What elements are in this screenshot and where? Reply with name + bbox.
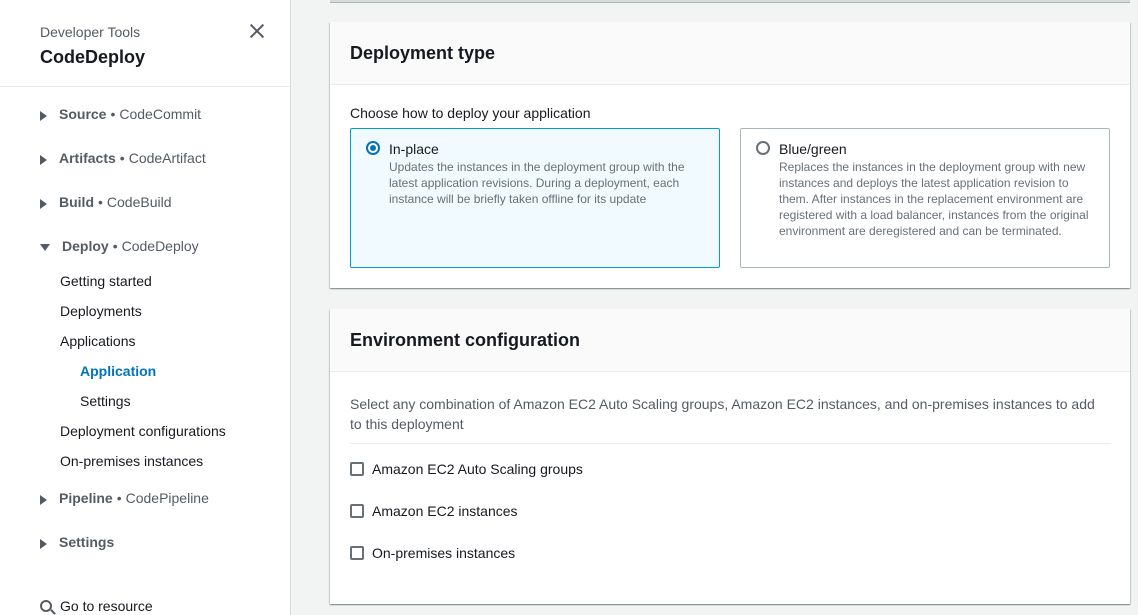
go-to-resource-label: Go to resource	[60, 598, 153, 614]
panel-header: Environment configuration	[330, 309, 1130, 372]
sidebar-section-artifacts[interactable]: Artifacts • CodeArtifact	[40, 150, 206, 166]
search-icon	[40, 600, 52, 612]
radio-selected[interactable]	[366, 141, 380, 155]
checkbox-label: Amazon EC2 Auto Scaling groups	[372, 461, 583, 477]
option-title: In-place	[389, 141, 439, 157]
caret-right-icon	[40, 155, 47, 165]
sidebar-section-build[interactable]: Build • CodeBuild	[40, 194, 172, 210]
option-description: Replaces the instances in the deployment…	[779, 160, 1089, 238]
side-navigation: Developer Tools CodeDeploy Source • Code…	[0, 0, 291, 615]
section-service: CodeDeploy	[121, 238, 199, 254]
deployment-type-label: Choose how to deploy your application	[350, 105, 591, 121]
sidebar-item-applications[interactable]: Applications	[60, 332, 136, 350]
environment-description: Select any combination of Amazon EC2 Aut…	[350, 396, 1095, 432]
previous-card-edge	[330, 0, 1130, 3]
deployment-type-panel: Deployment type Choose how to deploy you…	[330, 22, 1130, 288]
close-icon[interactable]	[246, 20, 268, 42]
checkbox-box[interactable]	[350, 504, 364, 518]
sidebar-item-deployments[interactable]: Deployments	[60, 302, 142, 320]
sidebar-section-pipeline[interactable]: Pipeline • CodePipeline	[40, 490, 209, 506]
sidebar-item-settings[interactable]: Settings	[80, 392, 131, 410]
checkbox-box[interactable]	[350, 546, 364, 560]
radio-unselected[interactable]	[756, 141, 770, 155]
divider	[350, 443, 1111, 444]
section-name: Source	[59, 106, 107, 122]
caret-right-icon	[40, 199, 47, 209]
section-name: Deploy	[62, 238, 109, 254]
separator-dot: •	[112, 238, 118, 254]
go-to-resource-link[interactable]: Go to resource	[40, 598, 153, 614]
section-name: Artifacts	[59, 150, 116, 166]
checkbox-label: On-premises instances	[372, 545, 516, 561]
separator-dot: •	[119, 150, 125, 166]
section-service: CodeCommit	[119, 106, 202, 122]
option-description: Updates the instances in the deployment …	[389, 160, 685, 206]
separator-dot: •	[116, 490, 122, 506]
panel-header: Deployment type	[330, 22, 1130, 85]
panel-title: Environment configuration	[350, 329, 581, 350]
sidebar-item-getting-started[interactable]: Getting started	[60, 272, 152, 290]
section-name: Pipeline	[59, 490, 113, 506]
sidebar-item-application[interactable]: Application	[80, 362, 156, 380]
sidebar-title[interactable]: CodeDeploy	[40, 47, 290, 68]
sidebar-section-deploy[interactable]: Deploy • CodeDeploy	[40, 238, 199, 254]
checkbox-box[interactable]	[350, 462, 364, 476]
sidebar-header: Developer Tools CodeDeploy	[0, 0, 290, 87]
section-name: Build	[59, 194, 94, 210]
separator-dot: •	[98, 194, 103, 210]
caret-right-icon	[40, 539, 47, 549]
sidebar-item-deployment-configurations[interactable]: Deployment configurations	[60, 422, 226, 440]
sidebar-section-source[interactable]: Source • CodeCommit	[40, 106, 201, 122]
blue-green-option[interactable]: Blue/green Replaces the instances in the…	[740, 128, 1110, 268]
sidebar-item-on-premises-instances[interactable]: On-premises instances	[60, 452, 203, 470]
checkbox-auto-scaling-groups[interactable]: Amazon EC2 Auto Scaling groups	[350, 461, 583, 477]
option-title: Blue/green	[779, 141, 847, 157]
section-service: CodeBuild	[106, 194, 172, 210]
sidebar-section-settings[interactable]: Settings	[40, 534, 114, 550]
section-service: CodeArtifact	[128, 150, 206, 166]
in-place-option[interactable]: In-place Updates the instances in the de…	[350, 128, 720, 268]
checkbox-ec2-instances[interactable]: Amazon EC2 instances	[350, 503, 518, 519]
caret-right-icon	[40, 111, 47, 121]
section-service: CodePipeline	[125, 490, 209, 506]
caret-right-icon	[40, 495, 47, 505]
panel-title: Deployment type	[350, 42, 496, 63]
checkbox-on-premises-instances[interactable]: On-premises instances	[350, 545, 515, 561]
environment-configuration-panel: Environment configuration Select any com…	[330, 309, 1130, 604]
separator-dot: •	[110, 106, 116, 122]
caret-down-icon	[40, 244, 50, 251]
checkbox-label: Amazon EC2 instances	[372, 503, 518, 519]
section-name: Settings	[59, 534, 115, 550]
